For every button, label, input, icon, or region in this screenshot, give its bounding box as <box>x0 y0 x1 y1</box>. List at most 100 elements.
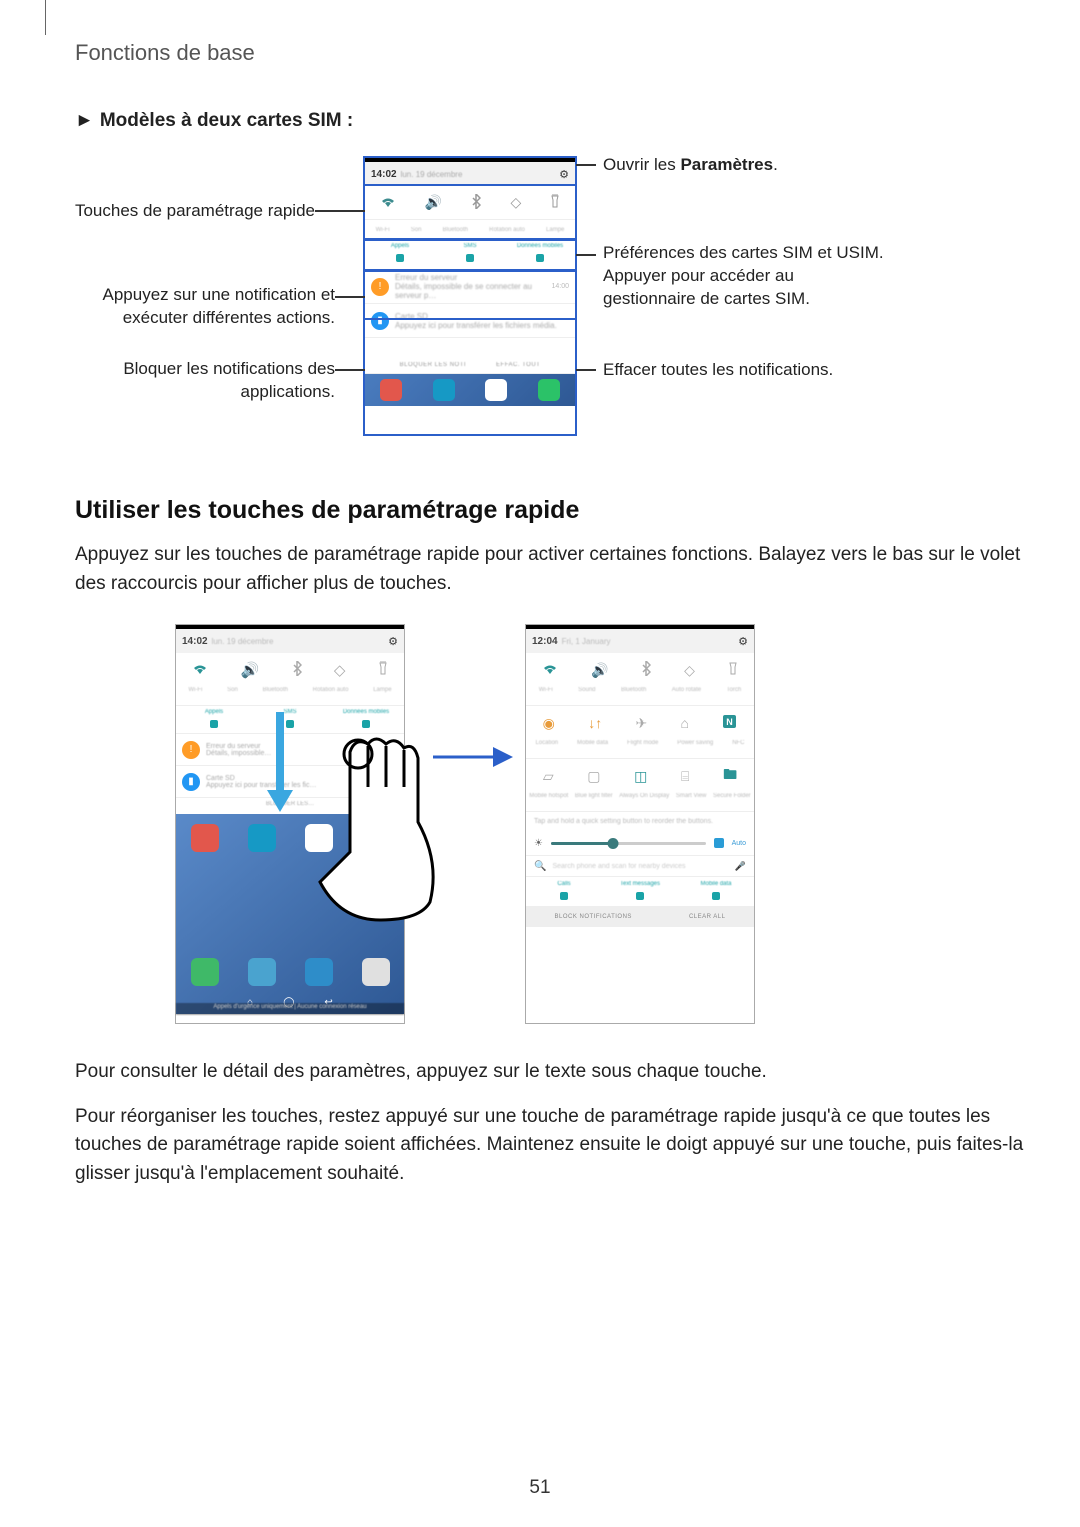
header-bar: 14:02 lun. 19 décembre ⚙ <box>176 629 404 653</box>
sound-icon: 🔊 <box>241 661 260 679</box>
apps-icon <box>362 958 390 986</box>
app-icon <box>248 824 276 852</box>
sim-badge <box>396 254 404 262</box>
hotspot-icon: ▱ <box>543 768 554 785</box>
sim-row: Appels SMS Données mobiles <box>365 240 575 270</box>
notif-text: Carte SD Appuyez ici pour transférer les… <box>395 312 569 330</box>
notif-text: Erreur du serveur Détails, impossible de… <box>395 273 545 300</box>
qs-row-1: 🔊 ◇ <box>526 653 754 687</box>
swipe-down-arrow-icon <box>267 712 293 812</box>
power-saving-icon: ⌂ <box>681 715 689 731</box>
brightness-icon: ☀ <box>534 838 543 849</box>
brightness-slider <box>551 842 706 845</box>
callout: Effacer toutes les notifications. <box>603 359 833 382</box>
phone-screenshot-before: 14:02 lun. 19 décembre ⚙ 🔊 ◇ Wi-Fi Son B… <box>175 624 405 1024</box>
page-number: 51 <box>0 1477 1080 1499</box>
wifi-icon <box>380 195 396 211</box>
notification-row: ▮ Carte SD Appuyez ici pour transférer l… <box>365 304 575 338</box>
sd-icon: ▮ <box>182 773 200 791</box>
notification-row: ! Erreur du serveur Détails, impossible … <box>365 270 575 304</box>
callout: Bloquer les notifications des applicatio… <box>65 358 335 404</box>
callout: Appuyez sur une notification et exécuter… <box>55 284 335 330</box>
qs-row-2: ◉ ↓↑ ✈ ⌂ N <box>526 706 754 740</box>
leader-line <box>576 369 596 371</box>
rotation-icon: ◇ <box>684 662 695 679</box>
paragraph: Appuyez sur les touches de paramétrage r… <box>75 541 1035 598</box>
clear-label: CLEAR ALL <box>689 914 726 920</box>
brightness-row: ☀ Auto <box>526 831 754 855</box>
search-placeholder: Search phone and scan for nearby devices <box>552 863 728 870</box>
sim-row: Calls Text messages Mobile data <box>526 877 754 907</box>
diagram-swipe-expand: 14:02 lun. 19 décembre ⚙ 🔊 ◇ Wi-Fi Son B… <box>75 614 1035 1034</box>
paragraph: Pour réorganiser les touches, restez app… <box>75 1103 1035 1189</box>
clock: 12:04 <box>532 636 558 647</box>
rotation-icon: ◇ <box>334 661 346 679</box>
flashlight-icon <box>728 661 738 679</box>
tip-text: Tap and hold a quick setting button to r… <box>526 812 754 831</box>
leader-line <box>576 254 596 256</box>
app-icon <box>433 379 455 401</box>
phone-screenshot-after: 12:04 Fri, 1 January ⚙ 🔊 ◇ Wi-FiSoundBlu… <box>525 624 755 1024</box>
footer-row: BLOCK NOTIFICATIONS CLEAR ALL <box>526 907 754 927</box>
svg-text:N: N <box>727 717 734 727</box>
auto-label: Auto <box>732 840 746 847</box>
flight-mode-icon: ✈ <box>636 715 648 732</box>
sound-icon: 🔊 <box>425 194 442 211</box>
app-icon <box>362 824 390 852</box>
notif-time: 14:00 <box>551 283 569 290</box>
subheading: ►Modèles à deux cartes SIM : <box>75 110 1035 132</box>
diagram-dual-sim: 14:02 lun. 19 décembre ⚙ 🔊 ◇ Wi-Fi S <box>75 156 1035 456</box>
sim-badge <box>466 254 474 262</box>
flashlight-icon <box>378 661 388 680</box>
date: lun. 19 décembre <box>212 637 274 646</box>
leader-line <box>576 164 596 166</box>
qs-labels: Wi-Fi Son Bluetooth Rotation auto Lampe <box>176 687 404 705</box>
callout: Préférences des cartes SIM et USIM. Appu… <box>603 242 884 311</box>
quick-settings-row: 🔊 ◇ <box>365 186 575 220</box>
app-icon <box>191 958 219 986</box>
sim-label: Appels <box>365 243 435 249</box>
auto-checkbox <box>714 838 724 848</box>
label: Lampe <box>546 227 564 233</box>
gear-icon: ⚙ <box>559 168 569 181</box>
qs-row-3: ▱ ▢ ◫ ⌸ 🖿 <box>526 759 754 793</box>
gear-icon: ⚙ <box>738 635 748 648</box>
callout: Ouvrir les Paramètres. <box>603 154 778 177</box>
mobile-data-icon: ↓↑ <box>588 715 602 731</box>
sim-label: Données mobiles <box>505 243 575 249</box>
search-icon: 🔍 <box>534 861 546 872</box>
mic-icon: 🎤 <box>735 861 746 872</box>
app-icon <box>380 379 402 401</box>
app-icon <box>485 379 507 401</box>
bluetooth-icon <box>471 194 481 212</box>
label: Wi-Fi <box>376 227 390 233</box>
location-icon: ◉ <box>543 715 555 732</box>
qs-row: 🔊 ◇ <box>176 653 404 687</box>
rotation-icon: ◇ <box>510 194 521 211</box>
block-label: BLOQUER LES NOTI <box>400 362 466 368</box>
app-icon <box>305 958 333 986</box>
app-icon <box>248 958 276 986</box>
arrow-icon: ► <box>75 110 94 131</box>
gear-icon: ⚙ <box>388 635 398 648</box>
label: Son <box>411 227 422 233</box>
label: Bluetooth <box>443 227 468 233</box>
leader-line <box>315 210 365 212</box>
status-caption: Appels d'urgence uniquement | Aucune con… <box>176 1003 404 1015</box>
subhead-colon: : <box>342 110 354 131</box>
sim-label: SMS <box>435 243 505 249</box>
sd-icon: ▮ <box>371 312 389 330</box>
warning-icon: ! <box>182 741 200 759</box>
clock: 14:02 <box>371 169 397 180</box>
qs-labels-3: Mobile hotspotBlue light filterAlways On… <box>526 793 754 811</box>
app-icon <box>538 379 560 401</box>
section-heading: Utiliser les touches de paramétrage rapi… <box>75 496 1035 525</box>
wifi-icon <box>542 662 558 678</box>
header-bar: 14:02 lun. 19 décembre ⚙ <box>365 162 575 186</box>
clear-row: BLOQUER LES NOTI EFFAC. TOUT <box>365 356 575 374</box>
wifi-icon <box>192 662 208 679</box>
smart-view-icon: ⌸ <box>681 768 689 785</box>
secure-folder-icon: 🖿 <box>723 764 737 788</box>
date: lun. 19 décembre <box>401 170 463 179</box>
warning-icon: ! <box>371 278 389 296</box>
